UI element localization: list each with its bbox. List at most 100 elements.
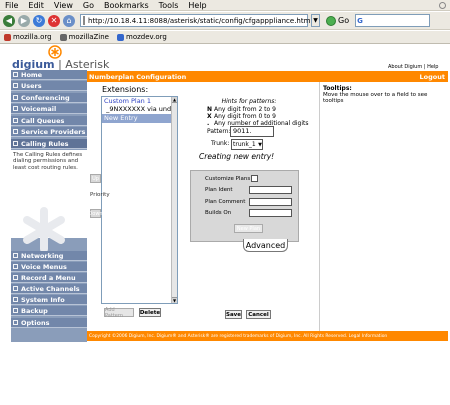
list-item[interactable]: _9NXXXXXX via undefi xyxy=(102,105,177,114)
nav-backup[interactable]: Backup xyxy=(11,306,87,316)
nav-label: Call Queues xyxy=(21,116,65,125)
delete-button[interactable]: Delete xyxy=(139,308,161,317)
extensions-label: Extensions: xyxy=(102,85,149,94)
hint-row: X Any digit from 0 to 9 xyxy=(179,113,319,120)
scroll-down-icon[interactable]: ▼ xyxy=(172,297,177,303)
hint-key: X xyxy=(207,113,212,120)
nav-record-a-menu[interactable]: Record a Menu xyxy=(11,273,87,283)
scroll-up-icon[interactable]: ▲ xyxy=(172,97,177,103)
nav-calling-rules[interactable]: Calling Rules xyxy=(11,139,87,149)
menu-tools[interactable]: Tools xyxy=(154,1,184,10)
plan-comment-input[interactable] xyxy=(249,198,292,206)
mozillazine-icon xyxy=(59,33,67,41)
pattern-input[interactable]: 9011. xyxy=(230,126,274,137)
search-engine-icon: G xyxy=(357,16,363,25)
nav-icon xyxy=(13,275,18,280)
nav-conferencing[interactable]: Conferencing xyxy=(11,93,87,103)
bookmark-mozillazine[interactable]: mozillaZine xyxy=(59,33,109,41)
extensions-scrollbar[interactable]: ▲ ▼ xyxy=(171,97,177,303)
nav-home[interactable]: Home xyxy=(11,70,87,80)
pattern-label: Pattern: xyxy=(207,128,231,135)
menu-go[interactable]: Go xyxy=(78,1,99,10)
home-icon[interactable]: ⌂ xyxy=(63,14,75,27)
menu-file[interactable]: File xyxy=(0,1,23,10)
nav-icon xyxy=(13,141,18,146)
plan-comment-label: Plan Comment xyxy=(205,199,246,205)
menu-view[interactable]: View xyxy=(49,1,78,10)
hint-text: Any digit from 0 to 9 xyxy=(214,113,276,120)
new-plan-button[interactable]: New Plan xyxy=(234,224,263,233)
move-down-button[interactable]: Down xyxy=(88,209,103,218)
nav-icon xyxy=(13,297,18,302)
nav-voicemail[interactable]: Voicemail xyxy=(11,104,87,114)
customize-plans-checkbox[interactable] xyxy=(251,175,258,182)
nav-label: Users xyxy=(21,81,42,90)
url-bar[interactable]: http://10.18.4.11:8088/asterisk/static/c… xyxy=(80,14,312,27)
nav-label: Active Channels xyxy=(21,284,80,293)
chevron-down-icon: ▼ xyxy=(258,141,262,148)
nav-icon xyxy=(13,264,18,269)
page-header-bar: Numberplan Configuration Logout xyxy=(87,71,448,82)
bookmark-mozilla[interactable]: mozilla.org xyxy=(4,33,52,41)
throbber-icon xyxy=(439,1,446,9)
plan-ident-label: Plan Ident xyxy=(205,187,233,193)
url-dropdown-icon[interactable]: ▼ xyxy=(311,14,320,27)
nav-label: Voicemail xyxy=(21,104,57,113)
search-input[interactable]: G xyxy=(355,14,431,27)
nav-icon xyxy=(13,83,18,88)
nav-label: Home xyxy=(21,70,43,79)
nav-call-queues[interactable]: Call Queues xyxy=(11,116,87,126)
back-icon[interactable]: ◀ xyxy=(3,14,15,27)
nav-icon xyxy=(13,95,18,100)
nav-label: Calling Rules xyxy=(21,139,69,148)
nav-icon xyxy=(13,308,18,313)
about-help-links[interactable]: About Digium | Help xyxy=(388,64,438,70)
nav-active-channels[interactable]: Active Channels xyxy=(11,284,87,294)
page-icon xyxy=(83,16,85,25)
menu-edit[interactable]: Edit xyxy=(23,1,49,10)
menu-bookmarks[interactable]: Bookmarks xyxy=(99,1,154,10)
plan-ident-input[interactable] xyxy=(249,186,292,194)
url-text: http://10.18.4.11:8088/asterisk/static/c… xyxy=(88,16,313,25)
trunk-select[interactable]: trunk_1 ▼ xyxy=(231,139,263,150)
nav-label: Networking xyxy=(21,251,64,260)
nav-label: System Info xyxy=(21,295,65,304)
save-button[interactable]: Save xyxy=(225,310,242,319)
bookmark-mozdev[interactable]: mozdev.org xyxy=(117,33,167,41)
forward-icon[interactable]: ▶ xyxy=(18,14,30,27)
asterisk-logo-icon xyxy=(48,45,62,59)
nav-label: Options xyxy=(21,318,50,327)
nav-options[interactable]: Options xyxy=(11,318,87,328)
go-button[interactable]: Go xyxy=(326,15,350,26)
builds-on-input[interactable] xyxy=(249,209,292,217)
nav-system-info[interactable]: System Info xyxy=(11,295,87,305)
nav-label: Record a Menu xyxy=(21,273,76,282)
nav-label: Service Providers xyxy=(21,127,86,136)
page-footer: Copyright ©2006 Digium, Inc. Digium® and… xyxy=(87,331,448,341)
reload-icon[interactable]: ↻ xyxy=(33,14,45,27)
nav-icon xyxy=(13,253,18,258)
asterisk-watermark-icon xyxy=(23,207,65,253)
cancel-button[interactable]: Cancel xyxy=(246,310,271,319)
logout-link[interactable]: Logout xyxy=(420,73,445,81)
add-pattern-button[interactable]: Add Pattern xyxy=(104,307,134,319)
nav-voice-menus[interactable]: Voice Menus xyxy=(11,262,87,272)
page-title: Numberplan Configuration xyxy=(89,72,187,81)
nav-networking[interactable]: Networking xyxy=(11,251,87,261)
stop-icon[interactable]: ✕ xyxy=(48,14,60,27)
nav-users[interactable]: Users xyxy=(11,81,87,91)
tooltips-title: Tooltips: xyxy=(323,85,352,92)
nav-service-providers[interactable]: Service Providers xyxy=(11,127,87,137)
extensions-list[interactable]: Custom Plan 1 _9NXXXXXX via undefi New E… xyxy=(101,96,178,304)
go-label: Go xyxy=(338,16,350,25)
bookmark-label: mozilla.org xyxy=(13,33,52,41)
tooltips-text: Move the mouse over to a field to see to… xyxy=(323,92,428,104)
menu-help[interactable]: Help xyxy=(183,1,211,10)
advanced-toggle-tab[interactable]: Advanced xyxy=(243,239,288,252)
list-item[interactable]: Custom Plan 1 xyxy=(102,97,177,105)
hint-row: N Any digit from 2 to 9 xyxy=(179,106,319,113)
list-item-selected[interactable]: New Entry xyxy=(102,114,177,123)
pattern-hints: Hints for patterns: N Any digit from 2 to… xyxy=(179,96,319,127)
nav-icon xyxy=(13,129,18,134)
move-up-button[interactable]: Up xyxy=(90,174,101,183)
